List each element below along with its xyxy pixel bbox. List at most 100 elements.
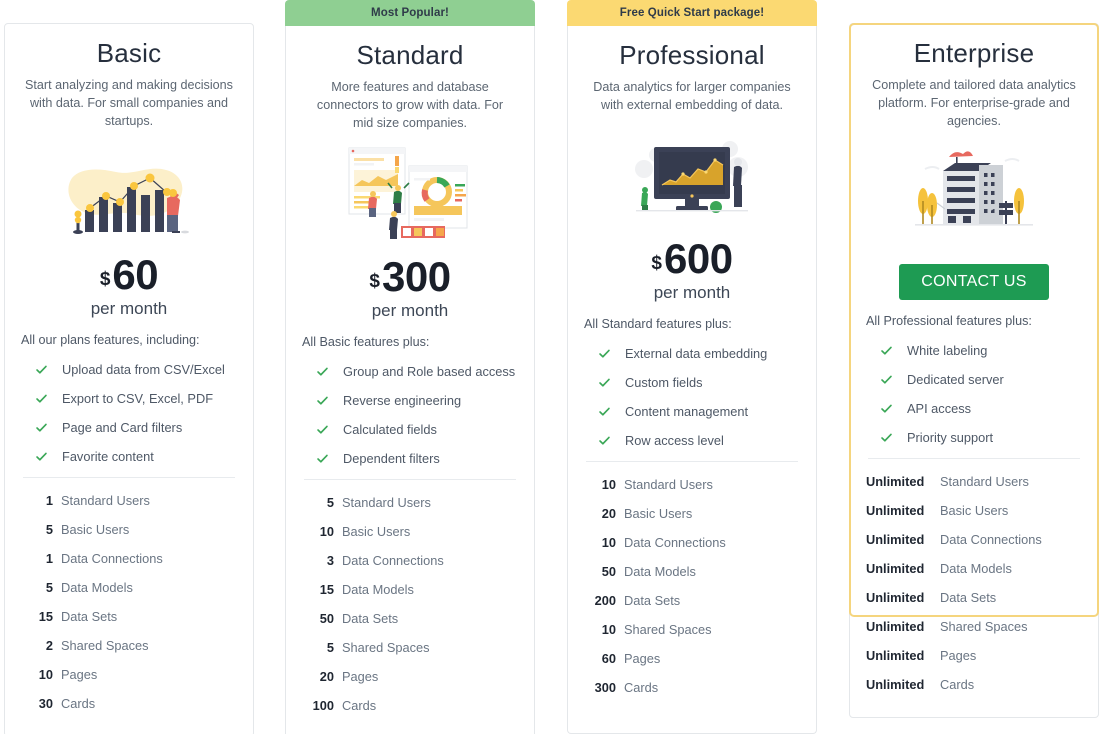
spec-value: 10 (601, 476, 616, 492)
spec-label: Pages (61, 666, 98, 682)
spec-row: Unlimited Standard Users (866, 467, 1082, 496)
feature-label: Calculated fields (343, 421, 437, 437)
plan-card-body-standard: Standard More features and database conne… (285, 26, 535, 734)
feature-item: Dedicated server (866, 365, 1082, 394)
spec-value: 60 (601, 650, 616, 666)
spec-label: Data Sets (61, 608, 118, 624)
check-icon (598, 434, 611, 447)
spec-label: Data Sets (342, 610, 399, 626)
plan-description-professional: Data analytics for larger companies with… (593, 80, 791, 112)
plan-banner-professional: Free Quick Start package! (567, 0, 817, 26)
price-amount: 300 (382, 253, 451, 300)
feature-item: Dependent filters (302, 444, 518, 473)
dashboard-panels-illustration (348, 147, 467, 239)
spec-value: 10 (38, 666, 53, 682)
spec-label: Basic Users (342, 523, 411, 539)
price-period-basic: per month (90, 298, 168, 318)
features-heading-professional: All Standard features plus: (584, 316, 732, 331)
feature-item: Priority support (866, 423, 1082, 452)
spec-row: 5 Standard Users (302, 488, 518, 517)
spec-row: 20 Pages (302, 662, 518, 691)
feature-label: White labeling (907, 343, 988, 358)
check-icon (316, 365, 329, 378)
features-heading-basic: All our plans features, including: (21, 332, 200, 347)
feature-item: Content management (584, 397, 800, 426)
section-divider (868, 458, 1080, 459)
spec-list-basic: 1 Standard Users 5 Basic Users 1 Data Connect… (21, 486, 237, 718)
spec-row: Unlimited Basic Users (866, 496, 1082, 525)
price-period-standard: per month (371, 300, 449, 320)
spec-value: 50 (319, 610, 334, 626)
spec-value: Unlimited (866, 648, 925, 663)
feature-item: Calculated fields (302, 415, 518, 444)
check-icon (598, 405, 611, 418)
office-building-illustration (914, 151, 1033, 226)
spec-label: Shared Spaces (342, 639, 430, 655)
feature-item: Custom fields (584, 368, 800, 397)
feature-item: White labeling (866, 336, 1082, 365)
currency-symbol: $ (369, 270, 380, 292)
spec-row: 100 Cards (302, 691, 518, 720)
monitor-chart-illustration (584, 120, 800, 232)
spec-label: Cards (624, 679, 659, 695)
feature-label: Page and Card filters (62, 419, 183, 435)
feature-item: Row access level (584, 426, 800, 455)
dashboard-panels-illustration (302, 138, 518, 250)
spec-label: Data Models (624, 563, 696, 579)
spec-row: Unlimited Shared Spaces (866, 612, 1082, 641)
spec-row: Unlimited Data Connections (866, 525, 1082, 554)
spec-label: Pages (624, 650, 661, 666)
spec-label: Shared Spaces (624, 621, 712, 637)
spec-value: Unlimited (866, 503, 925, 518)
spec-row: 5 Shared Spaces (302, 633, 518, 662)
spec-value: 30 (38, 695, 53, 711)
spec-label: Standard Users (624, 476, 713, 492)
check-icon (316, 452, 329, 465)
check-icon (880, 344, 893, 357)
price-period-professional: per month (653, 282, 731, 302)
spec-row: 200 Data Sets (584, 586, 800, 615)
spec-row: 10 Data Connections (584, 528, 800, 557)
spec-value: Unlimited (866, 619, 925, 634)
feature-label: Dedicated server (907, 372, 1004, 387)
spec-value: Unlimited (866, 532, 925, 547)
spec-row: 1 Data Connections (21, 544, 237, 573)
currency-symbol: $ (99, 268, 111, 290)
feature-label: Group and Role based access (343, 363, 516, 379)
spec-row: 50 Data Sets (302, 604, 518, 633)
check-icon (880, 373, 893, 386)
spec-value: 100 (312, 697, 334, 713)
feature-label: Reverse engineering (343, 392, 462, 408)
price-amount: 60 (112, 251, 159, 298)
check-icon (35, 363, 48, 376)
monitor-chart-illustration (635, 141, 748, 213)
spec-row: 15 Data Sets (21, 602, 237, 631)
spec-value: Unlimited (866, 474, 925, 489)
bar-chart-illustration (21, 136, 237, 248)
feature-label: Content management (625, 403, 749, 419)
spec-label: Standard Users (342, 494, 431, 510)
feature-label: External data embedding (625, 345, 768, 361)
cta-container-enterprise: CONTACT US (866, 264, 1082, 300)
spec-value: Unlimited (866, 561, 925, 576)
spec-value: 5 (326, 494, 334, 510)
spec-row: Unlimited Data Models (866, 554, 1082, 583)
spec-value: 50 (601, 563, 616, 579)
pricing-table: Basic Start analyzing and making decision… (0, 0, 1108, 734)
feature-list-standard: Group and Role based access Reverse engi… (302, 357, 518, 473)
spec-label: Cards (61, 695, 96, 711)
spec-label: Data Sets (624, 592, 681, 608)
plan-description-enterprise: Complete and tailored data analytics pla… (872, 78, 1076, 128)
section-divider (23, 476, 235, 478)
contact-us-button[interactable]: CONTACT US (899, 264, 1049, 300)
check-icon (35, 450, 48, 463)
check-icon (35, 392, 48, 405)
spec-label: Shared Spaces (940, 619, 1028, 634)
spec-row: 1 Standard Users (21, 486, 237, 515)
plan-card-body-basic: Basic Start analyzing and making decision… (4, 23, 254, 734)
spec-label: Shared Spaces (61, 637, 149, 653)
spec-row: 30 Cards (21, 689, 237, 718)
spec-list-standard: 5 Standard Users 10 Basic Users 3 Data Connec… (302, 488, 518, 720)
spec-value: 1 (45, 550, 53, 566)
currency-symbol: $ (651, 252, 662, 274)
